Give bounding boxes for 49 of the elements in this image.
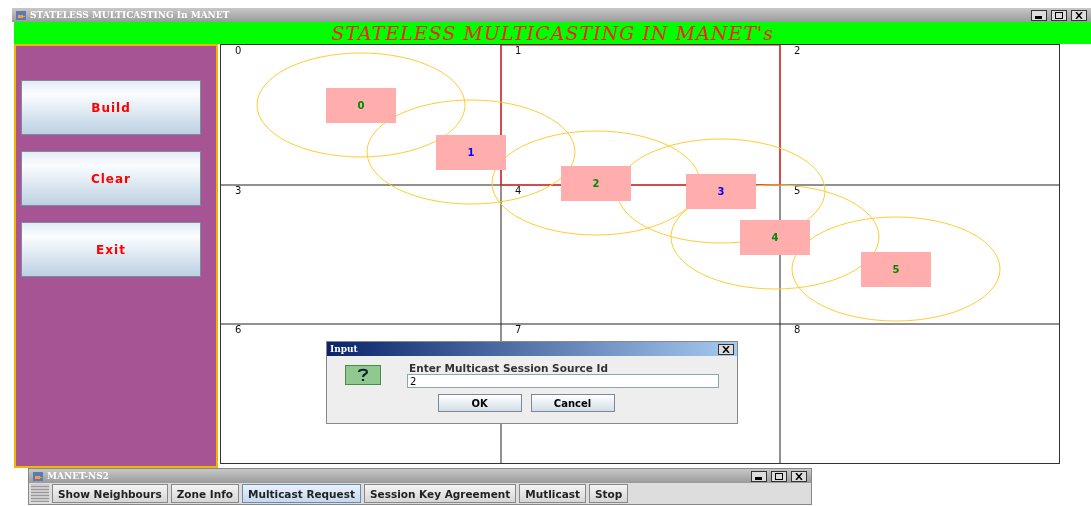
node-box[interactable]: [686, 174, 756, 209]
node-box[interactable]: [861, 252, 931, 287]
close-icon: [795, 472, 803, 480]
toolbar-button[interactable]: Stop: [589, 484, 629, 503]
close-icon: [722, 345, 730, 353]
minimize-button[interactable]: [1031, 9, 1047, 21]
maximize-icon: [1055, 11, 1063, 19]
toolbar-button[interactable]: Mutlicast: [519, 484, 587, 503]
toolbar-button[interactable]: Multicast Request: [242, 484, 361, 503]
close-icon: [1075, 11, 1083, 19]
node-label: 1: [467, 147, 475, 158]
close-button[interactable]: [791, 470, 807, 482]
zone-number: 6: [235, 324, 242, 335]
node-label: 5: [892, 264, 900, 275]
toolbar-button[interactable]: Zone Info: [170, 484, 239, 503]
node-box[interactable]: [561, 166, 631, 201]
question-icon: [345, 365, 381, 385]
node-box[interactable]: [436, 135, 506, 170]
zone-number: 5: [794, 185, 801, 196]
toolbar-button[interactable]: Session Key Agreement: [363, 484, 517, 503]
zone-number: 7: [515, 324, 522, 335]
zone-number: 8: [794, 324, 801, 335]
toolbar-button[interactable]: Show Neighbours: [52, 484, 168, 503]
zone-number: 2: [794, 45, 801, 56]
toolbar-grip[interactable]: [31, 484, 49, 502]
node-box[interactable]: [326, 88, 396, 123]
zone-number: 0: [235, 45, 242, 56]
dialog-message: Enter Multicast Session Source Id: [409, 362, 609, 374]
app-heading: STATELESS MULTICASTING IN MANET's: [331, 22, 774, 44]
dialog-button[interactable]: Cancel: [530, 394, 615, 412]
close-button[interactable]: [1071, 9, 1087, 21]
node-box[interactable]: [740, 220, 810, 255]
window-title: STATELESS MULTICASTING In MANET: [30, 10, 230, 20]
dialog-title: Input: [330, 344, 358, 354]
window-title: MANET-NS2: [47, 471, 109, 481]
zone-number: 3: [235, 185, 242, 196]
minimize-button[interactable]: [751, 470, 767, 482]
node-label: 3: [717, 186, 725, 197]
node-label: 4: [771, 232, 779, 243]
maximize-button[interactable]: [771, 470, 787, 482]
input-field[interactable]: 2: [407, 374, 719, 388]
zone-number: 4: [515, 185, 522, 196]
node-label: 0: [357, 100, 365, 111]
maximize-button[interactable]: [1051, 9, 1067, 21]
node-label: 2: [592, 178, 600, 189]
zone-number: 1: [515, 45, 522, 56]
maximize-icon: [775, 472, 783, 480]
dialog-button[interactable]: OK: [437, 394, 522, 412]
close-button[interactable]: [718, 343, 734, 355]
